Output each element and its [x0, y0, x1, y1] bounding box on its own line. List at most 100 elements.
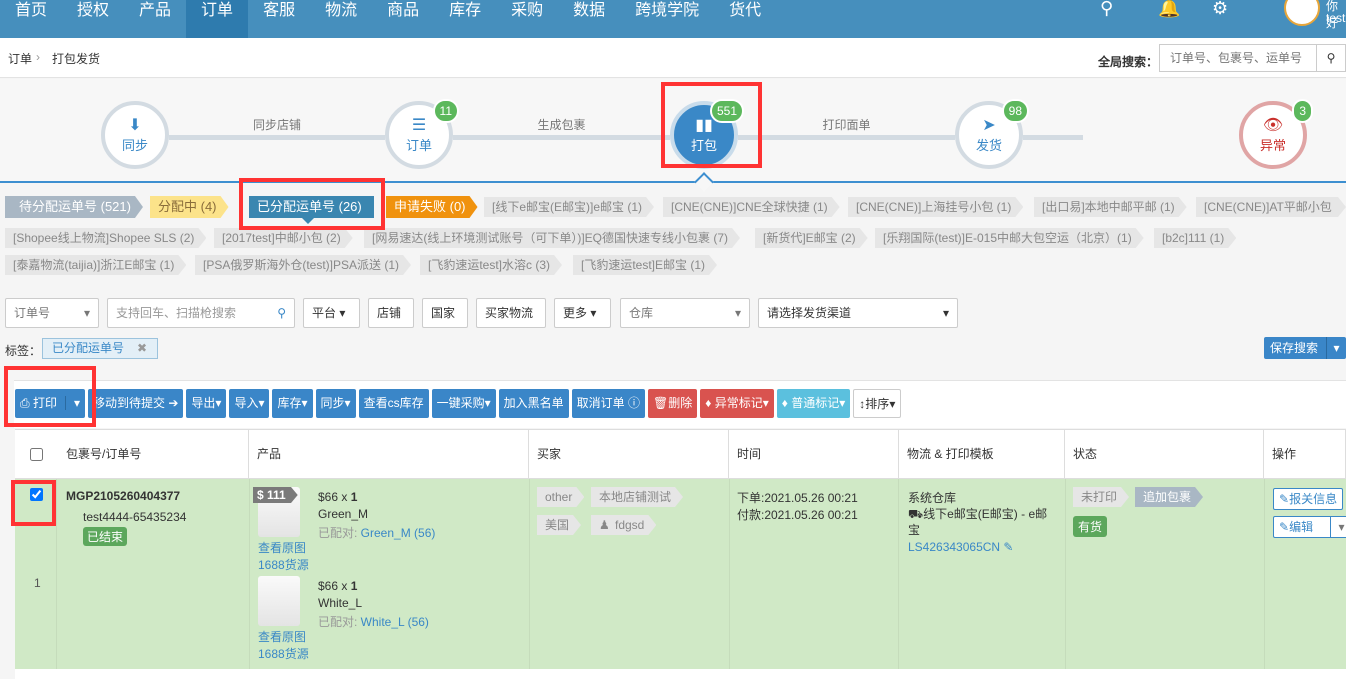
highlight-checkbox	[11, 480, 56, 526]
avatar[interactable]	[1284, 0, 1320, 26]
toolbar-button[interactable]: 加入黑名单	[498, 389, 569, 418]
order-number[interactable]: test4444-65435234	[83, 510, 186, 524]
global-search-button[interactable]: ⚲	[1316, 44, 1346, 72]
channel-tag[interactable]: [飞豹速运test]水溶c (3)	[420, 255, 562, 275]
channel-tag[interactable]: [PSA俄罗斯海外仓(test)]PSA派送 (1)	[195, 255, 411, 275]
toolbar-button[interactable]: 导出▾	[186, 389, 227, 418]
breadcrumb-current: 打包发货	[52, 52, 101, 66]
flow-link-label: 生成包裹	[537, 118, 586, 132]
platform-dropdown[interactable]: 平台 ▾	[303, 298, 360, 328]
status-tab[interactable]: 分配中 (4)	[150, 196, 229, 218]
toolbar-button[interactable]: 🗑删除	[648, 389, 698, 418]
channel-tag[interactable]: [出口易]本地中邮平邮 (1)	[1034, 197, 1187, 217]
warehouse-select[interactable]: 仓库 ▾	[620, 298, 750, 328]
edit-button[interactable]: ✎编辑 ▾	[1273, 516, 1346, 538]
toolbar-button[interactable]: 导入▾	[229, 389, 270, 418]
nav-item[interactable]: 产品	[124, 0, 186, 38]
view-image-link[interactable]: 查看原图	[258, 628, 306, 645]
toolbar-button[interactable]: 同步▾	[315, 389, 356, 418]
toolbar-button[interactable]: 一键采购▾	[431, 389, 496, 418]
channel-tag[interactable]: [飞豹速运test]E邮宝 (1)	[573, 255, 717, 275]
nav-item[interactable]: 客服	[248, 0, 310, 38]
package-number[interactable]: MGP2105260404377	[66, 489, 180, 503]
search-icon[interactable]: ⚲	[277, 299, 286, 327]
channel-tag[interactable]: [乐翔国际(test)]E-015中邮大包空运（北京）(1)	[875, 228, 1144, 248]
global-search-input[interactable]	[1159, 44, 1317, 72]
flow-connector	[169, 135, 385, 140]
column-header: 物流 & 打印模板	[899, 430, 1065, 478]
nav-item[interactable]: 采购	[496, 0, 558, 38]
nav-item[interactable]: 授权	[62, 0, 124, 38]
flow-link-label: 同步店铺	[253, 118, 302, 132]
flow-step[interactable]: ⬇ 同步	[101, 101, 169, 169]
nav-item[interactable]: 首页	[0, 0, 62, 38]
tracking-number[interactable]: LS426343065CN ✎	[908, 540, 1013, 554]
caret-icon: ▾	[258, 396, 265, 410]
select-all-checkbox[interactable]	[30, 448, 43, 461]
toolbar-button[interactable]: ♦ 普通标记▾	[776, 389, 851, 418]
nav-item[interactable]: 库存	[434, 0, 496, 38]
customs-info-button[interactable]: ✎报关信息	[1273, 488, 1344, 510]
flow-step[interactable]: 👁 异常 3	[1239, 99, 1313, 169]
channel-tag[interactable]: [CNE(CNE)]上海挂号小包 (1)	[848, 197, 1023, 217]
remove-icon[interactable]: ✖	[137, 339, 147, 358]
nav-item[interactable]: 货代	[714, 0, 776, 38]
column-header: 买家	[529, 430, 729, 478]
flow-step[interactable]: ➤ 发货 98	[955, 99, 1029, 169]
status-tab[interactable]: 申请失败 (0)	[386, 196, 478, 218]
channel-tag[interactable]: [网易速达(线上环境测试账号（可下单）)]EQ德国快速专线小包裹 (7)	[364, 228, 740, 248]
toolbar-button[interactable]: ↕排序▾	[853, 389, 902, 418]
nav-item[interactable]: 订单	[186, 0, 249, 38]
flow-step-label: 同步	[121, 138, 148, 153]
caret-icon: ▾	[215, 396, 222, 410]
add-package-tag[interactable]: 追加包裹	[1135, 487, 1203, 507]
channel-tag[interactable]: [Shopee线上物流]Shopee SLS (2)	[5, 228, 206, 248]
breadcrumb-root[interactable]: 订单	[8, 50, 32, 67]
nav-item[interactable]: 商品	[372, 0, 434, 38]
save-search-button[interactable]: 保存搜索 ▾	[1264, 337, 1346, 359]
channel-select[interactable]: 请选择发货渠道 ▾	[758, 298, 958, 328]
nav-item[interactable]: 数据	[558, 0, 620, 38]
toolbar-button[interactable]: ♦ 异常标记▾	[700, 389, 774, 418]
channel-tag[interactable]: [b2c]111 (1)	[1154, 228, 1236, 248]
product-price: $66 x 1	[318, 490, 358, 504]
edit-icon[interactable]: ✎	[1003, 540, 1013, 554]
toolbar-button[interactable]: 取消订单 ⓘ	[571, 389, 646, 418]
tag-filter-chip[interactable]: 已分配运单号 ✖	[42, 338, 158, 359]
caret-icon: ▾	[889, 397, 896, 411]
shop-button[interactable]: 店铺	[368, 298, 414, 328]
nav-item[interactable]: 物流	[310, 0, 372, 38]
more-dropdown[interactable]: 更多 ▾	[554, 298, 611, 328]
channel-tag[interactable]: [线下e邮宝(E邮宝)]e邮宝 (1)	[484, 197, 654, 217]
view-image-link[interactable]: 查看原图	[258, 539, 306, 556]
flow-step[interactable]: ☰ 订单 11	[385, 99, 459, 169]
product-image[interactable]	[258, 576, 300, 626]
product-sku: White_L	[318, 596, 363, 610]
channel-tag[interactable]: [新货代]E邮宝 (2)	[755, 228, 868, 248]
buyer-shop-tag: 本地店铺测试	[591, 487, 683, 507]
source-link[interactable]: 1688货源	[258, 556, 309, 573]
user-sub: test	[1326, 11, 1346, 25]
edit-dropdown-caret[interactable]: ▾	[1330, 517, 1346, 537]
country-button[interactable]: 国家	[422, 298, 468, 328]
table-row[interactable]: 1 MGP2105260404377 test4444-65435234 已结束…	[15, 479, 1346, 669]
channel-tag[interactable]: [泰嘉物流(taijia)]浙江E邮宝 (1)	[5, 255, 186, 275]
channel-tag[interactable]: [CNE(CNE)]CNE全球快捷 (1)	[663, 197, 840, 217]
bell-icon[interactable]: 🔔	[1158, 0, 1180, 19]
order-no-select[interactable]: 订单号 ▾	[5, 298, 99, 328]
search-input[interactable]: 支持回车、扫描枪搜索 ⚲	[107, 298, 295, 328]
source-link[interactable]: 1688货源	[258, 645, 309, 662]
toolbar-button[interactable]: 库存▾	[272, 389, 313, 418]
gear-icon[interactable]: ⚙	[1212, 0, 1228, 19]
breadcrumb-bar: 订单 › 打包发货 全局搜索： ⚲	[0, 38, 1346, 78]
flow-step-badge: 3	[1292, 99, 1313, 123]
channel-tag[interactable]: [CNE(CNE)]AT平邮小包 (1)	[1196, 197, 1346, 217]
highlight-print	[4, 366, 96, 427]
search-icon[interactable]: ⚲	[1100, 0, 1113, 19]
nav-item[interactable]: 跨境学院	[620, 0, 714, 38]
buyer-logistics-button[interactable]: 买家物流	[476, 298, 546, 328]
toolbar-button[interactable]: 移动到待提交 ➔	[87, 389, 184, 418]
channel-tag[interactable]: [2017test]中邮小包 (2)	[214, 228, 353, 248]
status-tab[interactable]: 待分配运单号 (521)	[5, 196, 143, 218]
toolbar-button[interactable]: 查看cs库存	[358, 389, 429, 418]
